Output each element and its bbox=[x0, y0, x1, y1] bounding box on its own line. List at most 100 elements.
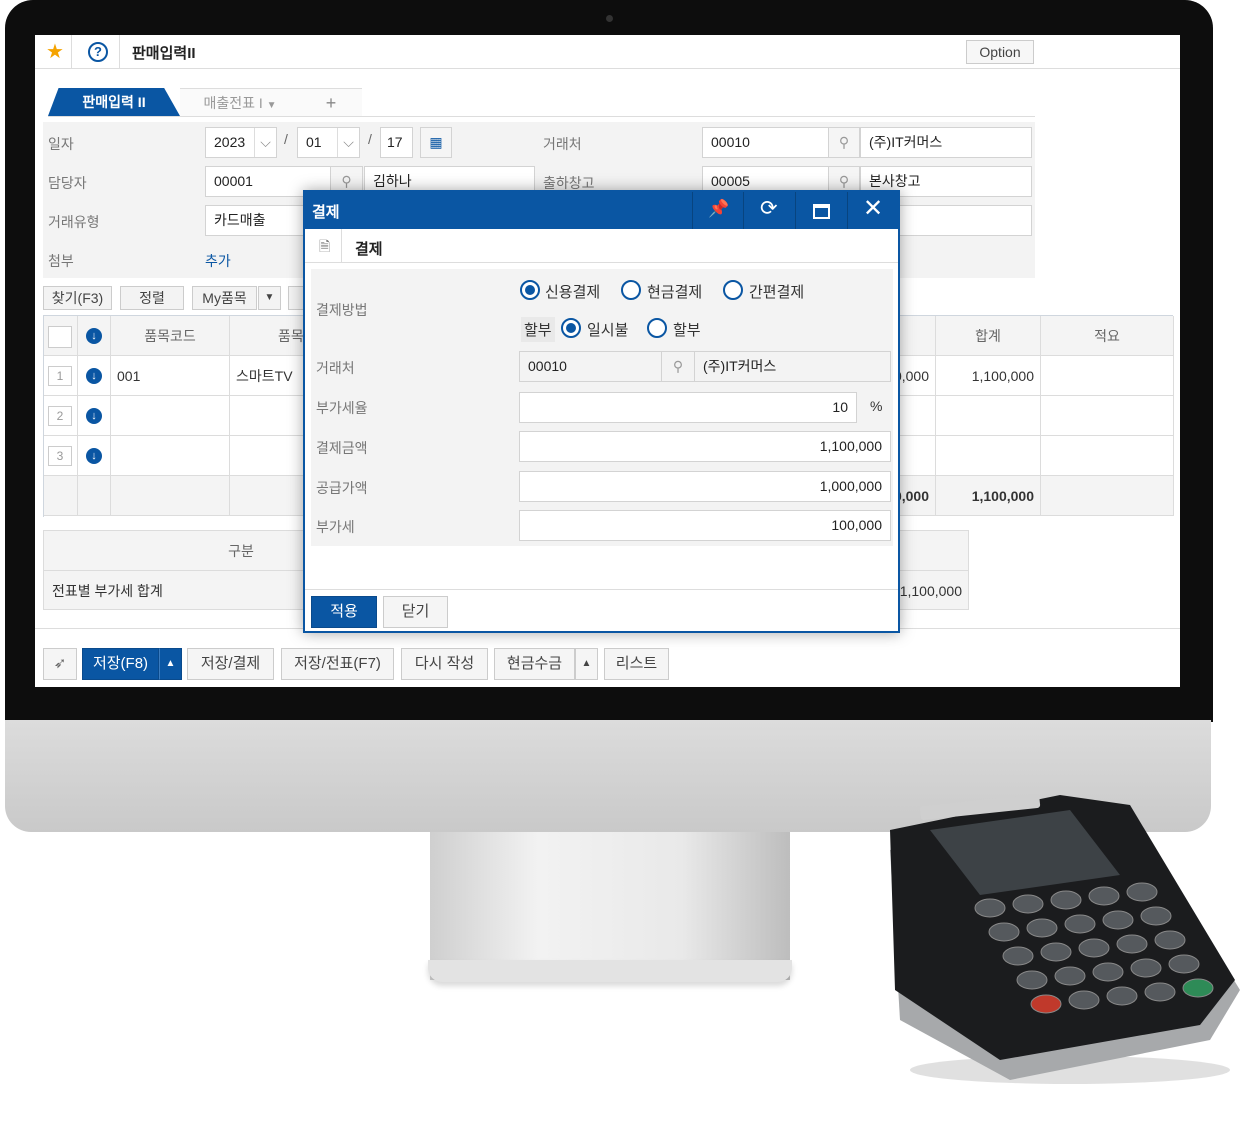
divider bbox=[341, 229, 342, 263]
divider bbox=[743, 192, 744, 229]
header-cell bbox=[44, 316, 78, 356]
option-button[interactable]: Option bbox=[966, 40, 1034, 64]
customer-name-input[interactable]: (주)IT커머스 bbox=[860, 127, 1032, 158]
sort-button[interactable]: 정렬 bbox=[120, 286, 184, 310]
percent-unit: % bbox=[870, 398, 883, 414]
cell-code[interactable] bbox=[111, 396, 230, 436]
tab-sales-input[interactable]: 판매입력 II bbox=[48, 88, 180, 116]
refresh-icon[interactable]: ⟳ bbox=[760, 196, 778, 221]
keypad-key bbox=[1030, 994, 1062, 1014]
header-total: 합계 bbox=[936, 316, 1041, 356]
star-icon[interactable]: ★ bbox=[46, 39, 64, 64]
help-icon[interactable]: ? bbox=[88, 42, 108, 62]
pin-icon[interactable]: 📌 bbox=[708, 199, 729, 219]
cell-total[interactable] bbox=[936, 396, 1041, 436]
add-tab-button[interactable]: + bbox=[300, 88, 362, 116]
row-number-cell: 1 bbox=[44, 356, 78, 396]
arrow-down-icon[interactable]: ↓ bbox=[86, 328, 102, 344]
keypad-key bbox=[1116, 934, 1148, 954]
arrow-down-icon[interactable]: ↓ bbox=[86, 448, 102, 464]
pay-amount-input[interactable]: 1,100,000 bbox=[519, 431, 891, 462]
keypad-key bbox=[1040, 942, 1072, 962]
cell-memo[interactable] bbox=[1041, 436, 1174, 476]
keypad-key bbox=[974, 898, 1006, 918]
supply-input[interactable]: 1,000,000 bbox=[519, 471, 891, 502]
keypad-key bbox=[1130, 958, 1162, 978]
tab-sales-slip[interactable]: 매출전표 I ▼ bbox=[180, 88, 300, 116]
divider bbox=[692, 192, 693, 229]
footer-cell bbox=[78, 476, 111, 516]
cell-total[interactable]: 1,100,000 bbox=[936, 356, 1041, 396]
keypad-key bbox=[1144, 982, 1176, 1002]
year-select[interactable]: 2023 ⌵ bbox=[205, 127, 277, 158]
radio-cash-label: 현금결제 bbox=[647, 284, 703, 301]
arrow-down-icon[interactable]: ↓ bbox=[86, 368, 102, 384]
customer-code-input[interactable]: 00010 bbox=[702, 127, 829, 158]
tab-underline bbox=[48, 116, 1035, 117]
list-button[interactable]: 리스트 bbox=[604, 648, 669, 680]
keypad-key bbox=[1140, 906, 1172, 926]
radio-cash[interactable] bbox=[621, 280, 641, 300]
keypad-key bbox=[1126, 882, 1158, 902]
vat-rate-label: 부가세율 bbox=[316, 400, 368, 416]
radio-lump-sum[interactable] bbox=[561, 318, 581, 338]
footer-cell bbox=[44, 476, 78, 516]
send-icon[interactable]: ➶ bbox=[43, 648, 77, 680]
row-number[interactable]: 3 bbox=[48, 446, 72, 466]
day-input[interactable]: 17 bbox=[380, 127, 413, 158]
footer-total: 1,100,000 bbox=[936, 476, 1041, 516]
my-items-button[interactable]: My품목 bbox=[192, 286, 257, 310]
caret-up-icon[interactable]: ▲ bbox=[159, 648, 182, 680]
cell-code[interactable] bbox=[111, 436, 230, 476]
customer-name-input[interactable]: (주)IT커머스 bbox=[694, 351, 891, 382]
save-slip-button[interactable]: 저장/전표(F7) bbox=[281, 648, 394, 680]
search-icon[interactable]: ⚲ bbox=[828, 127, 860, 158]
cell-code[interactable]: 001 bbox=[111, 356, 230, 396]
row-number[interactable]: 2 bbox=[48, 406, 72, 426]
search-icon[interactable]: ⚲ bbox=[661, 351, 695, 382]
card-terminal-image bbox=[890, 794, 1240, 1084]
radio-installment-label: 할부 bbox=[673, 322, 701, 339]
maximize-icon[interactable] bbox=[813, 204, 830, 219]
chevron-down-icon[interactable]: ▼ bbox=[258, 286, 281, 310]
arrow-down-icon[interactable]: ↓ bbox=[86, 408, 102, 424]
keypad-key bbox=[1154, 930, 1186, 950]
rewrite-button[interactable]: 다시 작성 bbox=[401, 648, 488, 680]
save-button[interactable]: 저장(F8) bbox=[82, 648, 159, 680]
cell-total[interactable] bbox=[936, 436, 1041, 476]
keypad-key bbox=[1068, 990, 1100, 1010]
month-select[interactable]: 01 ⌵ bbox=[297, 127, 360, 158]
close-icon[interactable]: ✕ bbox=[863, 195, 883, 223]
apply-button[interactable]: 적용 bbox=[311, 596, 377, 628]
attach-label: 첨부 bbox=[48, 253, 74, 269]
row-number[interactable]: 1 bbox=[48, 366, 72, 386]
cell-memo[interactable] bbox=[1041, 396, 1174, 436]
row-arrow-cell: ↓ bbox=[78, 436, 111, 476]
cell-memo[interactable] bbox=[1041, 356, 1174, 396]
divider bbox=[847, 192, 848, 229]
vat-label: 부가세 bbox=[316, 519, 355, 535]
save-pay-button[interactable]: 저장/결제 bbox=[187, 648, 274, 680]
vat-rate-input[interactable]: 10 bbox=[519, 392, 857, 423]
radio-installment[interactable] bbox=[647, 318, 667, 338]
select-all-checkbox[interactable] bbox=[48, 326, 72, 348]
document-icon: 🗎 bbox=[319, 238, 331, 254]
header-item-code: 품목코드 bbox=[111, 316, 230, 356]
calendar-icon[interactable]: ▦ bbox=[420, 127, 452, 158]
customer-code-input[interactable]: 00010 bbox=[519, 351, 662, 382]
vat-input[interactable]: 100,000 bbox=[519, 510, 891, 541]
radio-credit[interactable] bbox=[520, 280, 540, 300]
close-button[interactable]: 닫기 bbox=[383, 596, 448, 628]
caret-up-icon[interactable]: ▲ bbox=[575, 648, 598, 680]
keypad-key bbox=[1078, 938, 1110, 958]
attach-add-link[interactable]: 추가 bbox=[205, 251, 231, 271]
radio-simple[interactable] bbox=[723, 280, 743, 300]
find-button[interactable]: 찾기(F3) bbox=[43, 286, 112, 310]
cash-receipt-button[interactable]: 현금수금 bbox=[494, 648, 575, 680]
keypad-key bbox=[1026, 918, 1058, 938]
page-title: 판매입력II bbox=[132, 45, 196, 62]
month-value: 01 bbox=[306, 134, 322, 150]
summary-row-value: 1,100,000 bbox=[899, 583, 962, 599]
keypad-key bbox=[988, 922, 1020, 942]
pay-amount-label: 결제금액 bbox=[316, 440, 368, 456]
